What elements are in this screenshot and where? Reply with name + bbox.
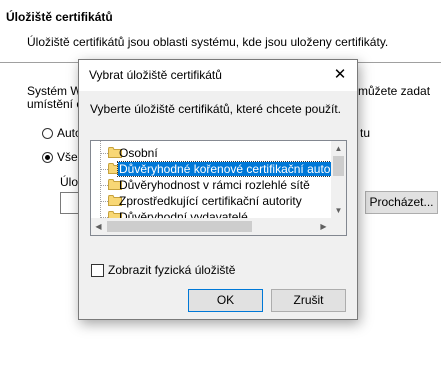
- store-tree-item-label: Důvěryhodnost v rámci rozlehlé sítě: [119, 178, 310, 192]
- vertical-scroll-thumb[interactable]: [333, 156, 344, 176]
- store-tree-item[interactable]: Důvěryhodní vydavatelé: [91, 209, 331, 218]
- store-tree[interactable]: Osobní Důvěryhodné kořenové certifikační …: [90, 140, 347, 236]
- scroll-left-icon[interactable]: ◀: [91, 219, 106, 234]
- tree-branch-line: [100, 185, 108, 186]
- tree-branch-line: [100, 201, 108, 202]
- browse-button[interactable]: Procházet...: [365, 191, 438, 214]
- store-tree-item[interactable]: Důvěryhodnost v rámci rozlehlé sítě: [91, 177, 331, 193]
- tree-branch-line: [100, 153, 108, 154]
- system-text-right: můžete zadat: [358, 84, 431, 98]
- close-icon[interactable]: ✕: [331, 66, 349, 84]
- cancel-button[interactable]: Zrušit: [271, 289, 346, 312]
- show-physical-stores-label[interactable]: Zobrazit fyzická úložiště: [108, 263, 235, 277]
- store-tree-item[interactable]: Zprostředkující certifikační autority: [91, 193, 331, 209]
- horizontal-scrollbar[interactable]: ◀ ▶: [91, 218, 331, 235]
- store-label: Úlo: [60, 175, 79, 189]
- radio-all-in-store[interactable]: [42, 152, 53, 163]
- ok-button[interactable]: OK: [188, 289, 263, 312]
- radio-auto-label-tail: tu: [360, 126, 371, 140]
- horizontal-scroll-thumb[interactable]: [107, 221, 252, 232]
- store-input[interactable]: [60, 192, 80, 214]
- radio-all-label: Vše: [57, 150, 78, 164]
- vertical-scrollbar[interactable]: ▲ ▼: [331, 141, 346, 218]
- dialog-title: Vybrat úložiště certifikátů: [89, 68, 222, 82]
- store-tree-item[interactable]: Osobní: [91, 145, 331, 161]
- store-tree-item-label: Důvěryhodní vydavatelé: [119, 210, 248, 218]
- store-tree-item-label: Zprostředkující certifikační autority: [119, 194, 302, 208]
- scroll-down-icon[interactable]: ▼: [331, 203, 346, 218]
- store-tree-content: Osobní Důvěryhodné kořenové certifikační …: [91, 141, 331, 218]
- store-tree-item-label: Důvěryhodné kořenové certifikační autori…: [116, 161, 331, 177]
- wizard-title: Úložiště certifikátů: [6, 10, 113, 24]
- system-text-left-2: umístění c: [27, 97, 83, 111]
- store-tree-item[interactable]: Důvěryhodné kořenové certifikační autori…: [91, 161, 331, 177]
- wizard-description: Úložiště certifikátů jsou oblasti systém…: [27, 35, 389, 49]
- store-tree-item-label: Osobní: [119, 146, 158, 160]
- select-store-dialog: Vybrat úložiště certifikátů ✕ Vyberte úl…: [78, 59, 358, 320]
- scrollbar-corner: [331, 218, 346, 235]
- show-physical-stores-checkbox[interactable]: [91, 264, 104, 277]
- tree-branch-line: [100, 169, 108, 170]
- radio-selected-dot: [45, 155, 50, 160]
- scroll-up-icon[interactable]: ▲: [331, 141, 346, 156]
- dialog-instruction: Vyberte úložiště certifikátů, které chce…: [90, 102, 342, 116]
- scroll-right-icon[interactable]: ▶: [316, 219, 331, 234]
- radio-auto-select[interactable]: [42, 128, 53, 139]
